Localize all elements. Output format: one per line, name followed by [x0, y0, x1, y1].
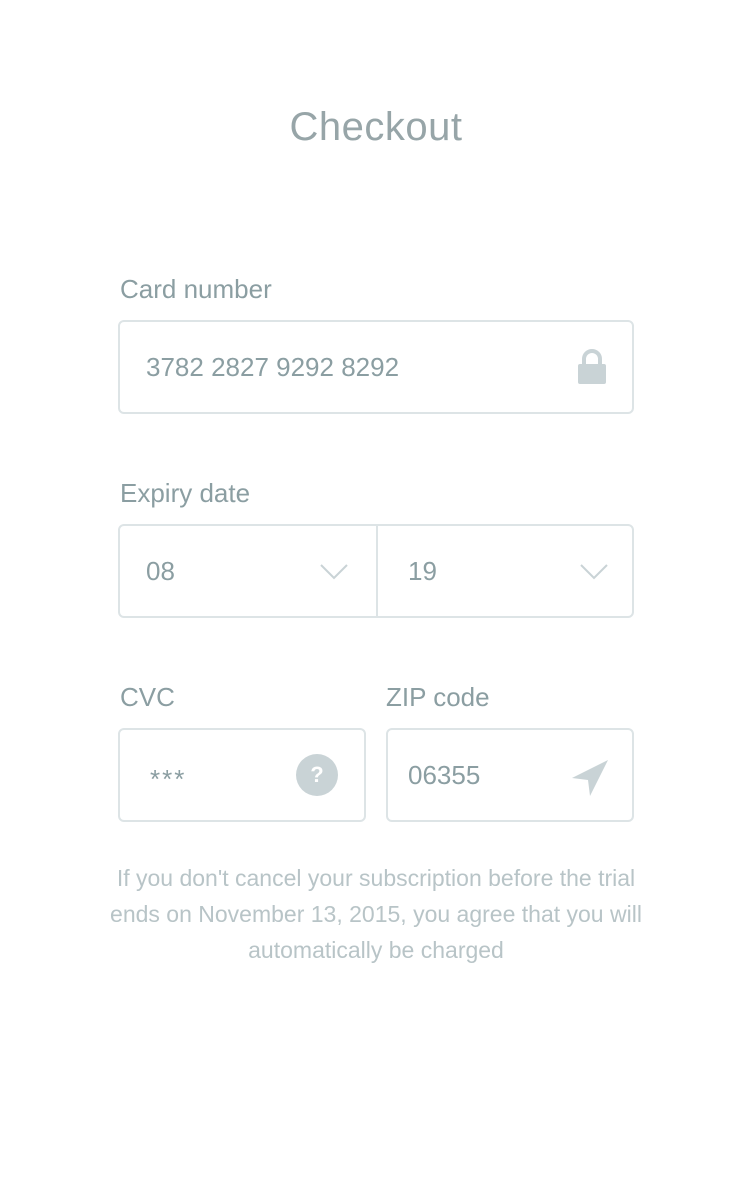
card-number-value[interactable]: 3782 2827 9292 8292	[146, 351, 399, 383]
help-icon[interactable]: ?	[296, 754, 338, 796]
expiry-date-group: 08 19	[118, 524, 634, 618]
expiry-year-value: 19	[408, 556, 437, 586]
zip-code-value[interactable]: 06355	[408, 759, 480, 791]
location-arrow-icon[interactable]	[570, 758, 610, 798]
cvc-label: CVC	[120, 682, 175, 712]
expiry-month-select[interactable]: 08	[120, 526, 376, 616]
disclaimer-text: If you don't cancel your subscription be…	[110, 865, 642, 963]
expiry-date-label: Expiry date	[120, 478, 251, 508]
chevron-down-icon	[320, 564, 348, 580]
page-title: Checkout	[289, 105, 463, 149]
zip-code-field[interactable]: 06355	[386, 728, 634, 822]
cvc-value[interactable]: ***	[150, 763, 186, 795]
expiry-year-select[interactable]: 19	[378, 526, 632, 616]
lock-icon	[578, 349, 606, 384]
expiry-month-value: 08	[146, 556, 175, 586]
card-number-field[interactable]: 3782 2827 9292 8292	[118, 320, 634, 414]
card-number-label: Card number	[120, 274, 272, 304]
zip-code-label: ZIP code	[386, 682, 490, 712]
chevron-down-icon	[580, 564, 608, 580]
cvc-field[interactable]: *** ?	[118, 728, 366, 822]
